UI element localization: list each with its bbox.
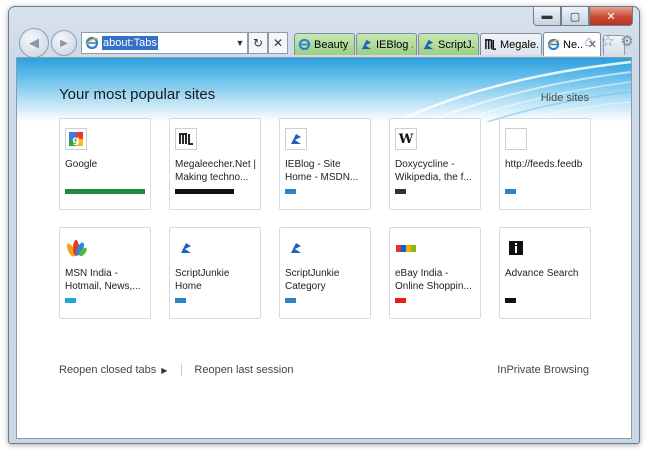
visit-frequency-bar [175,189,234,194]
scriptjunkie-icon [181,243,191,253]
site-tile[interactable]: Megaleecher.Net | Making techno... [169,118,261,210]
site-name: Advance Search [505,268,579,279]
google-icon: g [69,132,83,146]
visit-frequency-bar [175,298,186,303]
site-favicon [505,237,527,259]
back-arrow-icon: ◀ [29,35,39,50]
site-name: eBay India - Online Shoppin... [395,268,472,292]
site-favicon [505,128,527,150]
site-tile[interactable]: IEBlog - Site Home - MSDN... [279,118,371,210]
visit-frequency-bar [395,189,406,194]
visit-frequency-bar [505,298,516,303]
tab-scriptjunkie[interactable]: ScriptJ... [418,33,479,55]
site-name: Megaleecher.Net | Making techno... [175,159,256,183]
page-title: Your most popular sites [59,86,216,103]
tab-label: Megale... [500,38,538,51]
site-favicon [395,237,417,259]
site-favicon [285,237,307,259]
site-name: http://feeds.feedb [505,159,583,170]
maximize-button[interactable]: ▢ [561,7,589,26]
ieblog-icon [361,39,372,50]
close-button[interactable]: ✕ [589,7,633,26]
tab-label: IEBlog ... [376,38,413,51]
divider [181,364,183,376]
refresh-button[interactable]: ↻ [248,32,268,54]
favorites-star-icon[interactable]: ☆ [600,34,616,50]
tab-ieblog[interactable]: IEBlog ... [356,33,417,55]
ie-icon [85,36,99,50]
scriptjunkie-icon [423,39,434,50]
site-name: ScriptJunkie Category [285,268,340,292]
site-name: IEBlog - Site Home - MSDN... [285,159,359,183]
site-tile[interactable]: W Doxycycline - Wikipedia, the f... [389,118,481,210]
inprivate-browsing-link[interactable]: InPrivate Browsing [497,364,589,376]
visit-frequency-bar [285,298,296,303]
site-favicon [285,128,307,150]
svg-text:g: g [72,135,79,146]
visit-frequency-bar [395,298,406,303]
site-tile[interactable]: ScriptJunkie Home [169,227,261,319]
advance-search-icon [509,241,523,255]
site-name: Doxycycline - Wikipedia, the f... [395,159,472,183]
ie-icon [298,38,311,51]
site-favicon [175,237,197,259]
forward-button[interactable]: ▶ [51,30,77,56]
refresh-icon: ↻ [252,36,264,50]
address-bar[interactable]: about:Tabs ▼ [81,32,248,54]
address-url[interactable]: about:Tabs [102,36,158,50]
site-favicon: W [395,128,417,150]
reopen-links: Reopen closed tabs ▶ Reopen last session [59,364,293,376]
home-icon[interactable]: ⌂ [581,34,597,50]
ebay-icon [396,245,416,252]
site-favicon: g [65,128,87,150]
reopen-closed-tabs-link[interactable]: Reopen closed tabs [59,364,156,376]
address-dropdown-icon[interactable]: ▼ [233,38,247,48]
tab-megaleecher[interactable]: Megale... [480,33,542,55]
tab-beauty[interactable]: Beauty ... [294,33,355,55]
hide-sites-link[interactable]: Hide sites [541,92,589,104]
visit-frequency-bar [285,189,296,194]
ieblog-icon [291,134,301,144]
stop-button[interactable]: ✕ [268,32,288,54]
new-tab-page: Your most popular sites Hide sites g Goo… [16,57,632,439]
gear-icon[interactable]: ⚙ [619,34,635,50]
tab-label: ScriptJ... [438,38,475,51]
visit-frequency-bar [505,189,516,194]
site-tile[interactable]: Advance Search [499,227,591,319]
site-tile[interactable]: http://feeds.feedb [499,118,591,210]
site-tile[interactable]: MSN India - Hotmail, News,... [59,227,151,319]
browser-window: ▬ ▢ ✕ ◀ ▶ about:Tabs ▼ ↻ ✕ Beauty IEBlog… [8,6,640,444]
site-tile[interactable]: ScriptJunkie Category [279,227,371,319]
back-button[interactable]: ◀ [19,28,49,58]
caption-buttons: ▬ ▢ ✕ [533,7,633,26]
stop-icon: ✕ [272,36,284,50]
navigation-bar: ◀ ▶ about:Tabs ▼ ↻ ✕ Beauty ... [17,27,633,58]
site-name: MSN India - Hotmail, News,... [65,268,141,292]
visit-frequency-bar [65,189,145,194]
site-name: Google [65,159,98,170]
ie-icon [547,38,560,51]
forward-arrow-icon: ▶ [60,37,68,49]
site-favicon [175,128,197,150]
site-tile[interactable]: g Google [59,118,151,210]
megaleecher-icon [179,133,193,145]
wikipedia-icon: W [398,131,414,147]
megaleecher-icon [484,39,497,50]
site-tile[interactable]: eBay India - Online Shoppin... [389,227,481,319]
minimize-button[interactable]: ▬ [533,7,561,26]
site-name: ScriptJunkie Home [175,268,230,292]
tab-label: Beauty ... [314,38,351,51]
reopen-last-session-link[interactable]: Reopen last session [194,364,293,376]
expand-arrow-icon[interactable]: ▶ [161,366,167,375]
site-favicon [65,237,87,259]
visit-frequency-bar [65,298,76,303]
msn-icon [66,240,87,257]
scriptjunkie-icon [291,243,301,253]
